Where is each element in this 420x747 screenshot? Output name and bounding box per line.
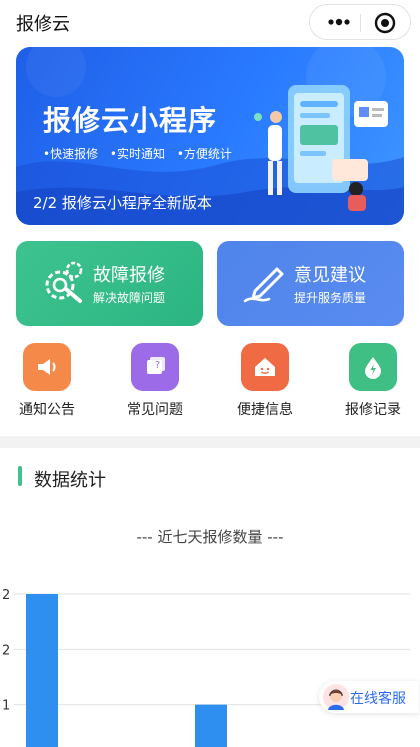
feature-quick-repair: •快速报修 (43, 147, 99, 161)
online-service-label: 在线客服 (350, 691, 406, 707)
feature-realtime-notice: •实时通知 (109, 147, 166, 161)
drop-icon (365, 357, 381, 379)
banner-caption: 2/2 报修云小程序全新版本 (33, 194, 212, 212)
promo-banner[interactable]: 报修云小程序 •快速报修 •实时通知 •方便统计 2/2 报修云小程序全新版本 (16, 47, 404, 225)
chart-title: --- 近七天报修数量 --- (136, 528, 284, 546)
suggestion-card[interactable]: 意见建议 提升服务质量 (217, 241, 404, 326)
quick-link-notice-label: 通知公告 (19, 402, 75, 418)
suggestion-subtitle: 提升服务质量 (294, 291, 367, 305)
repair-count-chart: 2211 (2, 588, 410, 747)
section-divider (0, 436, 420, 448)
capsule-divider (360, 14, 361, 32)
quick-link-records[interactable]: 报修记录 (328, 343, 418, 423)
banner-title: 报修云小程序 (43, 104, 218, 137)
fault-repair-card[interactable]: 故障报修 解决故障问题 (16, 241, 203, 326)
banner-features: •快速报修 •实时通知 •方便统计 (43, 145, 240, 162)
y-tick-label: 2 (2, 588, 10, 603)
fault-repair-subtitle: 解决故障问题 (93, 291, 166, 305)
speaker-icon (38, 359, 56, 375)
banner-illustration (254, 85, 388, 211)
app-title: 报修云 (16, 14, 70, 35)
more-dots-icon[interactable] (324, 13, 354, 31)
quick-link-notice[interactable]: 通知公告 (2, 343, 92, 423)
chart-bar (195, 704, 227, 747)
gear-wrench-icon (45, 261, 83, 303)
quick-link-records-tile (349, 343, 397, 391)
quick-link-records-label: 报修记录 (345, 402, 401, 418)
quick-link-info-label: 便捷信息 (237, 402, 293, 418)
suggestion-title: 意见建议 (294, 265, 366, 286)
top-navigation-bar: 报修云 (0, 0, 420, 44)
y-tick-label: 1 (2, 699, 10, 714)
pencil-icon (243, 267, 284, 303)
quick-link-info[interactable]: 便捷信息 (220, 343, 310, 423)
svg-text:?: ? (155, 360, 160, 371)
fault-repair-title: 故障报修 (93, 265, 165, 286)
quick-link-faq[interactable]: ? 常见问题 (110, 343, 200, 423)
online-service-button[interactable]: 在线客服 (319, 681, 419, 713)
quick-link-faq-label: 常见问题 (127, 402, 183, 418)
quick-link-info-tile (241, 343, 289, 391)
house-icon (255, 358, 275, 376)
feature-statistics: •方便统计 (176, 147, 232, 161)
section-accent-bar (18, 466, 22, 486)
mini-program-capsule (309, 4, 411, 40)
target-circle-icon[interactable] (374, 12, 396, 34)
quick-link-notice-tile (23, 343, 71, 391)
chart-bar (26, 594, 58, 747)
quick-link-faq-tile: ? (131, 343, 179, 391)
service-avatar-icon (323, 684, 349, 710)
stats-section-title: 数据统计 (34, 470, 106, 491)
question-icon: ? (147, 357, 165, 374)
y-tick-label: 2 (2, 643, 10, 658)
